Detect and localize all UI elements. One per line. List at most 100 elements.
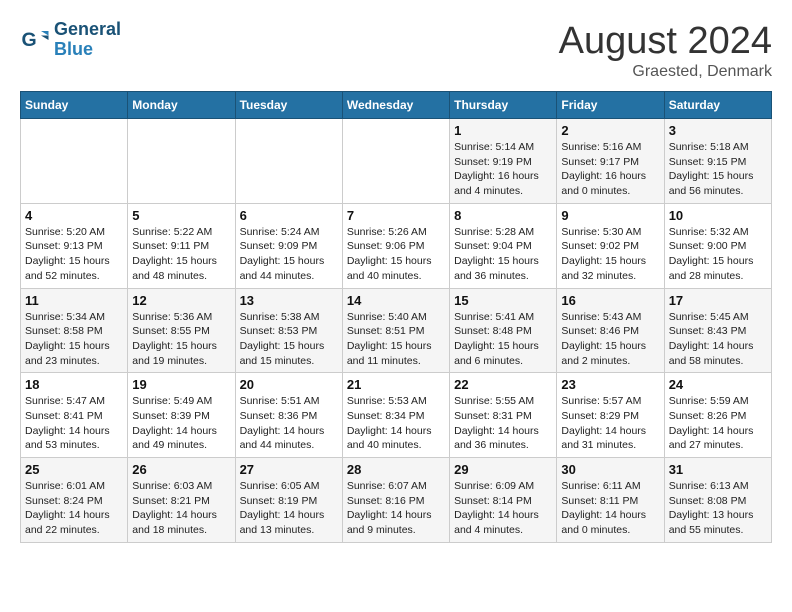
calendar-week-row: 1 Sunrise: 5:14 AMSunset: 9:19 PMDaylight… [21, 119, 772, 204]
day-number: 4 [25, 208, 123, 223]
day-number: 27 [240, 462, 338, 477]
logo-line2: Blue [54, 40, 121, 60]
calendar-week-row: 4Sunrise: 5:20 AMSunset: 9:13 PMDaylight… [21, 203, 772, 288]
page-header: G General Blue August 2024 Graested, Den… [20, 20, 772, 81]
day-info: Sunrise: 5:45 AMSunset: 8:43 PMDaylight:… [669, 310, 767, 369]
calendar-cell: 10 Sunrise: 5:32 AMSunset: 9:00 PMDayligh… [664, 203, 771, 288]
day-info: Sunrise: 5:32 AMSunset: 9:00 PMDaylight:… [669, 225, 767, 284]
calendar-cell: 18Sunrise: 5:47 AMSunset: 8:41 PMDayligh… [21, 373, 128, 458]
logo-text: General Blue [54, 20, 121, 60]
calendar-cell: 17 Sunrise: 5:45 AMSunset: 8:43 PMDayligh… [664, 288, 771, 373]
calendar-week-row: 11Sunrise: 5:34 AMSunset: 8:58 PMDayligh… [21, 288, 772, 373]
calendar-cell: 12 Sunrise: 5:36 AMSunset: 8:55 PMDayligh… [128, 288, 235, 373]
day-info: Sunrise: 5:59 AMSunset: 8:26 PMDaylight:… [669, 394, 767, 453]
day-number: 10 [669, 208, 767, 223]
day-number: 20 [240, 377, 338, 392]
calendar-cell: 4Sunrise: 5:20 AMSunset: 9:13 PMDaylight… [21, 203, 128, 288]
calendar-header: SundayMondayTuesdayWednesdayThursdayFrid… [21, 92, 772, 119]
calendar-cell [342, 119, 449, 204]
calendar-cell: 7Sunrise: 5:26 AMSunset: 9:06 PMDaylight… [342, 203, 449, 288]
day-info: Sunrise: 5:26 AMSunset: 9:06 PMDaylight:… [347, 225, 445, 284]
day-number: 21 [347, 377, 445, 392]
header-day-thursday: Thursday [450, 92, 557, 119]
day-number: 31 [669, 462, 767, 477]
logo-line1: General [54, 20, 121, 40]
calendar-cell: 11Sunrise: 5:34 AMSunset: 8:58 PMDayligh… [21, 288, 128, 373]
calendar-cell: 22Sunrise: 5:55 AMSunset: 8:31 PMDayligh… [450, 373, 557, 458]
day-number: 3 [669, 123, 767, 138]
calendar-cell: 5 Sunrise: 5:22 AMSunset: 9:11 PMDaylight… [128, 203, 235, 288]
day-info: Sunrise: 5:53 AMSunset: 8:34 PMDaylight:… [347, 394, 445, 453]
calendar-week-row: 18Sunrise: 5:47 AMSunset: 8:41 PMDayligh… [21, 373, 772, 458]
day-number: 11 [25, 293, 123, 308]
day-number: 29 [454, 462, 552, 477]
day-info: Sunrise: 6:07 AMSunset: 8:16 PMDaylight:… [347, 479, 445, 538]
day-number: 14 [347, 293, 445, 308]
calendar-cell [128, 119, 235, 204]
calendar-cell: 14 Sunrise: 5:40 AMSunset: 8:51 PMDayligh… [342, 288, 449, 373]
day-number: 15 [454, 293, 552, 308]
day-info: Sunrise: 6:03 AMSunset: 8:21 PMDaylight:… [132, 479, 230, 538]
day-info: Sunrise: 5:18 AMSunset: 9:15 PMDaylight:… [669, 140, 767, 199]
calendar-cell: 21 Sunrise: 5:53 AMSunset: 8:34 PMDayligh… [342, 373, 449, 458]
header-day-friday: Friday [557, 92, 664, 119]
calendar-title: August 2024 [559, 20, 772, 63]
calendar-cell: 30 Sunrise: 6:11 AMSunset: 8:11 PMDayligh… [557, 458, 664, 543]
calendar-cell: 23 Sunrise: 5:57 AMSunset: 8:29 PMDayligh… [557, 373, 664, 458]
calendar-cell: 27Sunrise: 6:05 AMSunset: 8:19 PMDayligh… [235, 458, 342, 543]
day-number: 13 [240, 293, 338, 308]
day-info: Sunrise: 5:57 AMSunset: 8:29 PMDaylight:… [561, 394, 659, 453]
day-info: Sunrise: 5:22 AMSunset: 9:11 PMDaylight:… [132, 225, 230, 284]
day-number: 12 [132, 293, 230, 308]
day-info: Sunrise: 5:30 AMSunset: 9:02 PMDaylight:… [561, 225, 659, 284]
day-info: Sunrise: 5:14 AMSunset: 9:19 PMDaylight:… [454, 140, 552, 199]
header-day-saturday: Saturday [664, 92, 771, 119]
logo: G General Blue [20, 20, 121, 60]
calendar-table: SundayMondayTuesdayWednesdayThursdayFrid… [20, 91, 772, 543]
day-number: 19 [132, 377, 230, 392]
day-number: 30 [561, 462, 659, 477]
day-number: 16 [561, 293, 659, 308]
calendar-subtitle: Graested, Denmark [559, 63, 772, 81]
calendar-cell: 29Sunrise: 6:09 AMSunset: 8:14 PMDayligh… [450, 458, 557, 543]
calendar-cell: 26 Sunrise: 6:03 AMSunset: 8:21 PMDayligh… [128, 458, 235, 543]
calendar-cell: 16 Sunrise: 5:43 AMSunset: 8:46 PMDayligh… [557, 288, 664, 373]
day-info: Sunrise: 5:36 AMSunset: 8:55 PMDaylight:… [132, 310, 230, 369]
header-row: SundayMondayTuesdayWednesdayThursdayFrid… [21, 92, 772, 119]
day-info: Sunrise: 5:40 AMSunset: 8:51 PMDaylight:… [347, 310, 445, 369]
calendar-cell [21, 119, 128, 204]
calendar-cell: 13Sunrise: 5:38 AMSunset: 8:53 PMDayligh… [235, 288, 342, 373]
header-day-tuesday: Tuesday [235, 92, 342, 119]
calendar-cell: 19 Sunrise: 5:49 AMSunset: 8:39 PMDayligh… [128, 373, 235, 458]
day-info: Sunrise: 5:41 AMSunset: 8:48 PMDaylight:… [454, 310, 552, 369]
calendar-body: 1 Sunrise: 5:14 AMSunset: 9:19 PMDaylight… [21, 119, 772, 543]
calendar-cell: 15 Sunrise: 5:41 AMSunset: 8:48 PMDayligh… [450, 288, 557, 373]
calendar-cell: 1 Sunrise: 5:14 AMSunset: 9:19 PMDaylight… [450, 119, 557, 204]
calendar-cell: 31Sunrise: 6:13 AMSunset: 8:08 PMDayligh… [664, 458, 771, 543]
day-number: 6 [240, 208, 338, 223]
calendar-cell: 3 Sunrise: 5:18 AMSunset: 9:15 PMDaylight… [664, 119, 771, 204]
calendar-cell: 8Sunrise: 5:28 AMSunset: 9:04 PMDaylight… [450, 203, 557, 288]
day-number: 1 [454, 123, 552, 138]
day-info: Sunrise: 5:49 AMSunset: 8:39 PMDaylight:… [132, 394, 230, 453]
calendar-cell [235, 119, 342, 204]
header-day-wednesday: Wednesday [342, 92, 449, 119]
day-info: Sunrise: 5:51 AMSunset: 8:36 PMDaylight:… [240, 394, 338, 453]
logo-icon: G [20, 25, 50, 55]
calendar-cell: 25Sunrise: 6:01 AMSunset: 8:24 PMDayligh… [21, 458, 128, 543]
day-info: Sunrise: 5:16 AMSunset: 9:17 PMDaylight:… [561, 140, 659, 199]
day-number: 5 [132, 208, 230, 223]
day-info: Sunrise: 5:43 AMSunset: 8:46 PMDaylight:… [561, 310, 659, 369]
day-number: 8 [454, 208, 552, 223]
day-number: 22 [454, 377, 552, 392]
day-info: Sunrise: 6:11 AMSunset: 8:11 PMDaylight:… [561, 479, 659, 538]
calendar-cell: 28Sunrise: 6:07 AMSunset: 8:16 PMDayligh… [342, 458, 449, 543]
header-day-monday: Monday [128, 92, 235, 119]
header-day-sunday: Sunday [21, 92, 128, 119]
day-info: Sunrise: 5:47 AMSunset: 8:41 PMDaylight:… [25, 394, 123, 453]
day-number: 17 [669, 293, 767, 308]
calendar-cell: 20 Sunrise: 5:51 AMSunset: 8:36 PMDayligh… [235, 373, 342, 458]
day-number: 24 [669, 377, 767, 392]
day-number: 23 [561, 377, 659, 392]
day-number: 26 [132, 462, 230, 477]
